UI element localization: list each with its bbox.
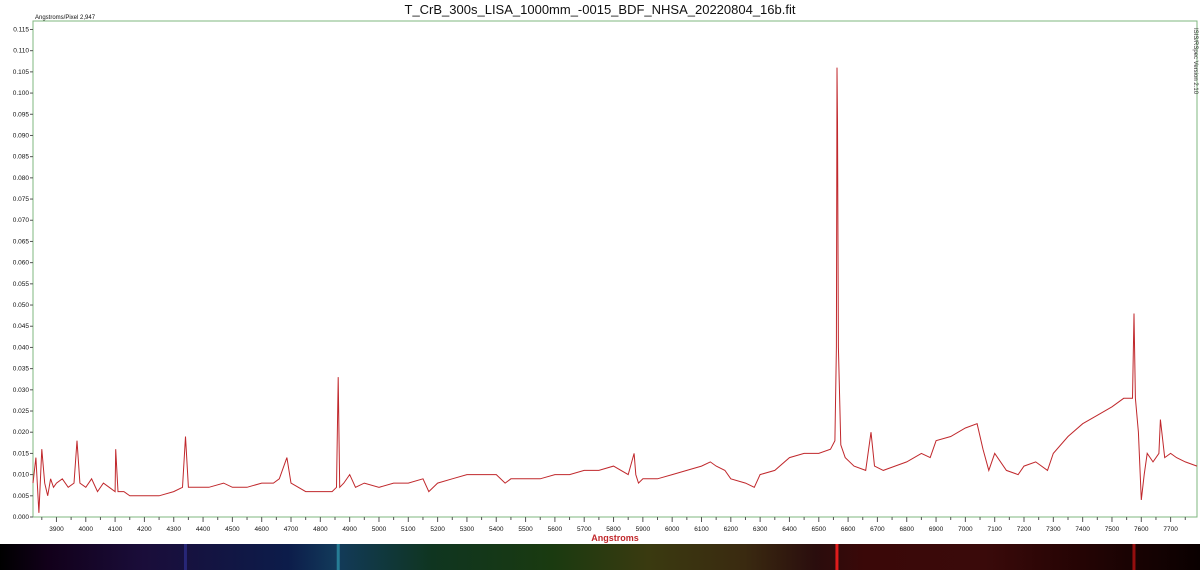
y-tick-label: 0.045 (13, 323, 30, 330)
plot-frame (32, 20, 1198, 518)
strip-line (835, 544, 839, 570)
synthetic-spectrum-strip (0, 544, 1200, 570)
strip-background (0, 544, 1200, 570)
y-tick-label: 0.110 (13, 48, 29, 55)
x-tick-label: 6200 (724, 526, 739, 533)
x-tick-label: 6300 (753, 526, 768, 533)
x-tick-label: 4900 (342, 526, 357, 533)
x-tick-label: 6000 (665, 526, 680, 533)
x-tick-label: 5900 (636, 526, 651, 533)
y-tick-label: 0.010 (13, 472, 30, 479)
y-tick-label: 0.090 (13, 132, 30, 139)
x-tick-label: 5600 (548, 526, 563, 533)
strip-line (336, 544, 340, 570)
x-tick-label: 7200 (1017, 526, 1032, 533)
y-tick-label: 0.040 (13, 344, 30, 351)
x-tick-label: 5700 (577, 526, 592, 533)
x-tick-label: 6100 (694, 526, 709, 533)
x-tick-label: 4300 (167, 526, 182, 533)
y-tick-label: 0.080 (13, 175, 30, 182)
x-tick-label: 5800 (606, 526, 621, 533)
x-tick-label: 7300 (1046, 526, 1061, 533)
y-tick-label: 0.055 (13, 281, 30, 288)
y-tick-label: 0.085 (13, 154, 30, 161)
x-tick-label: 5100 (401, 526, 416, 533)
y-tick-label: 0.075 (13, 196, 30, 203)
y-tick-label: 0.020 (13, 429, 30, 436)
spectrum-line (32, 67, 1198, 513)
x-tick-label: 6700 (870, 526, 885, 533)
x-tick-label: 3900 (49, 526, 64, 533)
x-tick-label: 6800 (899, 526, 914, 533)
y-axis: 0.000 0.005 0.010 0.015 0.020 0.025 0.030 0.035… (13, 26, 33, 521)
spectrum-chart: Angstroms/Pixel 2,947 0.0000.0050.0100.0… (13, 15, 1198, 543)
y-tick-label: 0.015 (13, 450, 30, 457)
x-axis: 3900 4000 4100 4200 4300 4400 4500 4600 4700 4800… (41, 517, 1186, 533)
y-tick-label: 0.100 (13, 90, 30, 97)
y-tick-label: 0.060 (13, 260, 30, 267)
y-tick-label: 0.030 (13, 387, 30, 394)
x-tick-label: 7400 (1075, 526, 1090, 533)
y-tick-label: 0.105 (13, 69, 30, 76)
y-tick-label: 0.050 (13, 302, 30, 309)
x-tick-label: 5300 (460, 526, 475, 533)
y-tick-label: 0.025 (13, 408, 30, 415)
x-tick-label: 6900 (929, 526, 944, 533)
x-tick-label: 6400 (782, 526, 797, 533)
x-tick-label: 4200 (137, 526, 152, 533)
y-tick-label: 0.095 (13, 111, 30, 118)
x-tick-label: 4000 (79, 526, 94, 533)
app-credit: ISIS/RSpec Version 2.10 (1192, 28, 1198, 95)
x-tick-label: 4800 (313, 526, 328, 533)
x-tick-label: 5500 (518, 526, 533, 533)
x-tick-label: 4600 (254, 526, 269, 533)
x-tick-label: 5000 (372, 526, 387, 533)
y-tick-label: 0.065 (13, 238, 30, 245)
x-tick-label: 6500 (812, 526, 827, 533)
x-tick-label: 4700 (284, 526, 299, 533)
dispersion-label: Angstroms/Pixel 2,947 (35, 15, 96, 21)
x-tick-label: 7600 (1134, 526, 1149, 533)
x-tick-label: 7500 (1105, 526, 1120, 533)
y-tick-label: 0.070 (13, 217, 30, 224)
x-axis-label: Angstroms (591, 533, 639, 543)
x-tick-label: 4500 (225, 526, 240, 533)
strip-line (183, 544, 187, 570)
x-tick-label: 7000 (958, 526, 973, 533)
y-tick-label: 0.035 (13, 366, 30, 373)
x-tick-label: 4100 (108, 526, 123, 533)
x-tick-label: 5200 (430, 526, 445, 533)
y-tick-label: 0.000 (13, 514, 30, 521)
y-tick-label: 0.005 (13, 493, 30, 500)
y-tick-label: 0.115 (13, 26, 29, 33)
strip-line (1132, 544, 1136, 570)
x-tick-label: 6600 (841, 526, 856, 533)
x-tick-label: 7700 (1163, 526, 1178, 533)
x-tick-label: 4400 (196, 526, 211, 533)
x-tick-label: 7100 (987, 526, 1002, 533)
x-tick-label: 5400 (489, 526, 504, 533)
